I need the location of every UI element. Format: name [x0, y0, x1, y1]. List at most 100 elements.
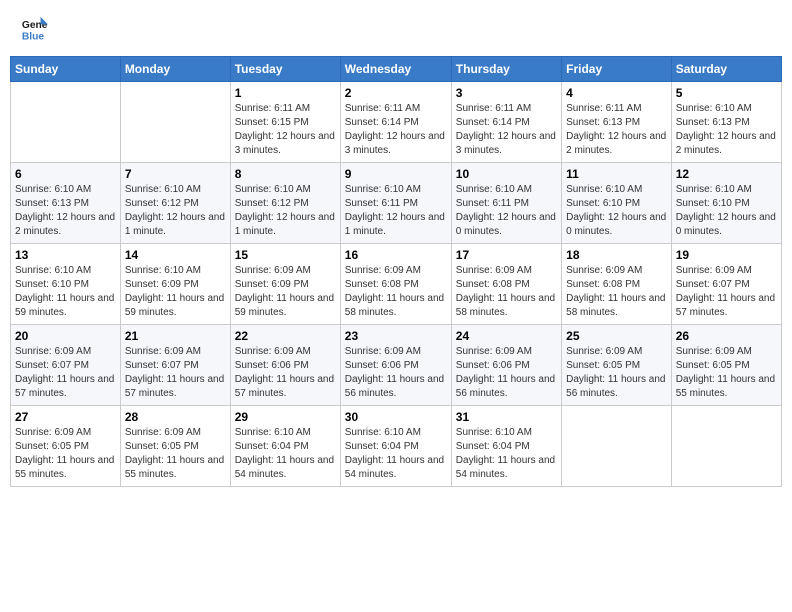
day-header-tuesday: Tuesday [230, 57, 340, 82]
page-header: General Blue [10, 10, 782, 48]
day-number: 30 [345, 410, 447, 424]
day-info: Sunrise: 6:10 AM Sunset: 6:13 PM Dayligh… [15, 183, 116, 239]
day-info: Sunrise: 6:09 AM Sunset: 6:05 PM Dayligh… [125, 426, 226, 482]
calendar-cell: 6Sunrise: 6:10 AM Sunset: 6:13 PM Daylig… [11, 163, 121, 244]
day-info: Sunrise: 6:09 AM Sunset: 6:08 PM Dayligh… [345, 264, 447, 320]
day-info: Sunrise: 6:10 AM Sunset: 6:09 PM Dayligh… [125, 264, 226, 320]
day-info: Sunrise: 6:10 AM Sunset: 6:13 PM Dayligh… [676, 102, 777, 158]
day-number: 13 [15, 248, 116, 262]
calendar-cell: 11 Sunrise: 6:10 AM Sunset: 6:10 PM Dayli… [562, 163, 672, 244]
calendar-cell: 15 Sunrise: 6:09 AM Sunset: 6:09 PM Dayli… [230, 244, 340, 325]
day-info: Sunrise: 6:10 AM Sunset: 6:10 PM Dayligh… [15, 264, 116, 320]
calendar-cell: 19 Sunrise: 6:09 AM Sunset: 6:07 PM Dayli… [671, 244, 781, 325]
day-info: Sunrise: 6:11 AM Sunset: 6:14 PM Dayligh… [456, 102, 557, 158]
calendar-week-row: 13 Sunrise: 6:10 AM Sunset: 6:10 PM Dayli… [11, 244, 782, 325]
day-info: Sunrise: 6:09 AM Sunset: 6:09 PM Dayligh… [235, 264, 336, 320]
day-info: Sunrise: 6:09 AM Sunset: 6:07 PM Dayligh… [676, 264, 777, 320]
day-info: Sunrise: 6:11 AM Sunset: 6:13 PM Dayligh… [566, 102, 667, 158]
calendar-cell: 26Sunrise: 6:09 AM Sunset: 6:05 PM Dayli… [671, 325, 781, 406]
day-number: 25 [566, 329, 667, 343]
day-number: 8 [235, 167, 336, 181]
day-info: Sunrise: 6:09 AM Sunset: 6:06 PM Dayligh… [456, 345, 557, 401]
day-number: 29 [235, 410, 336, 424]
calendar-week-row: 6Sunrise: 6:10 AM Sunset: 6:13 PM Daylig… [11, 163, 782, 244]
day-number: 5 [676, 86, 777, 100]
calendar-cell: 8 Sunrise: 6:10 AM Sunset: 6:12 PM Daylig… [230, 163, 340, 244]
calendar-cell: 3 Sunrise: 6:11 AM Sunset: 6:14 PM Daylig… [451, 82, 561, 163]
day-header-saturday: Saturday [671, 57, 781, 82]
day-number: 7 [125, 167, 226, 181]
calendar-cell [120, 82, 230, 163]
calendar-table: SundayMondayTuesdayWednesdayThursdayFrid… [10, 56, 782, 487]
calendar-cell: 31 Sunrise: 6:10 AM Sunset: 6:04 PM Dayli… [451, 406, 561, 487]
calendar-week-row: 1Sunrise: 6:11 AM Sunset: 6:15 PM Daylig… [11, 82, 782, 163]
calendar-cell: 2Sunrise: 6:11 AM Sunset: 6:14 PM Daylig… [340, 82, 451, 163]
day-number: 16 [345, 248, 447, 262]
calendar-cell: 5 Sunrise: 6:10 AM Sunset: 6:13 PM Daylig… [671, 82, 781, 163]
calendar-header-row: SundayMondayTuesdayWednesdayThursdayFrid… [11, 57, 782, 82]
day-header-wednesday: Wednesday [340, 57, 451, 82]
day-number: 27 [15, 410, 116, 424]
day-number: 20 [15, 329, 116, 343]
day-number: 31 [456, 410, 557, 424]
day-info: Sunrise: 6:10 AM Sunset: 6:10 PM Dayligh… [566, 183, 667, 239]
day-info: Sunrise: 6:09 AM Sunset: 6:07 PM Dayligh… [125, 345, 226, 401]
day-info: Sunrise: 6:09 AM Sunset: 6:05 PM Dayligh… [566, 345, 667, 401]
day-number: 21 [125, 329, 226, 343]
day-info: Sunrise: 6:09 AM Sunset: 6:08 PM Dayligh… [456, 264, 557, 320]
logo: General Blue [20, 15, 52, 43]
calendar-cell: 28 Sunrise: 6:09 AM Sunset: 6:05 PM Dayli… [120, 406, 230, 487]
day-number: 19 [676, 248, 777, 262]
calendar-cell: 21 Sunrise: 6:09 AM Sunset: 6:07 PM Dayli… [120, 325, 230, 406]
calendar-cell: 27 Sunrise: 6:09 AM Sunset: 6:05 PM Dayli… [11, 406, 121, 487]
day-number: 28 [125, 410, 226, 424]
calendar-cell: 23 Sunrise: 6:09 AM Sunset: 6:06 PM Dayli… [340, 325, 451, 406]
calendar-cell: 13 Sunrise: 6:10 AM Sunset: 6:10 PM Dayli… [11, 244, 121, 325]
calendar-cell: 7Sunrise: 6:10 AM Sunset: 6:12 PM Daylig… [120, 163, 230, 244]
day-info: Sunrise: 6:10 AM Sunset: 6:10 PM Dayligh… [676, 183, 777, 239]
day-info: Sunrise: 6:09 AM Sunset: 6:06 PM Dayligh… [345, 345, 447, 401]
day-number: 24 [456, 329, 557, 343]
calendar-cell: 18 Sunrise: 6:09 AM Sunset: 6:08 PM Dayli… [562, 244, 672, 325]
day-number: 12 [676, 167, 777, 181]
day-number: 1 [235, 86, 336, 100]
calendar-cell: 30 Sunrise: 6:10 AM Sunset: 6:04 PM Dayli… [340, 406, 451, 487]
day-info: Sunrise: 6:09 AM Sunset: 6:07 PM Dayligh… [15, 345, 116, 401]
day-header-friday: Friday [562, 57, 672, 82]
day-number: 10 [456, 167, 557, 181]
day-info: Sunrise: 6:10 AM Sunset: 6:11 PM Dayligh… [345, 183, 447, 239]
day-number: 22 [235, 329, 336, 343]
calendar-cell [562, 406, 672, 487]
day-number: 3 [456, 86, 557, 100]
calendar-cell: 4Sunrise: 6:11 AM Sunset: 6:13 PM Daylig… [562, 82, 672, 163]
calendar-cell: 1Sunrise: 6:11 AM Sunset: 6:15 PM Daylig… [230, 82, 340, 163]
logo-icon: General Blue [20, 15, 48, 43]
calendar-cell: 20 Sunrise: 6:09 AM Sunset: 6:07 PM Dayli… [11, 325, 121, 406]
calendar-cell: 14 Sunrise: 6:10 AM Sunset: 6:09 PM Dayli… [120, 244, 230, 325]
day-info: Sunrise: 6:10 AM Sunset: 6:12 PM Dayligh… [235, 183, 336, 239]
day-header-monday: Monday [120, 57, 230, 82]
day-number: 18 [566, 248, 667, 262]
day-info: Sunrise: 6:10 AM Sunset: 6:04 PM Dayligh… [345, 426, 447, 482]
day-number: 11 [566, 167, 667, 181]
day-number: 23 [345, 329, 447, 343]
calendar-week-row: 27 Sunrise: 6:09 AM Sunset: 6:05 PM Dayli… [11, 406, 782, 487]
calendar-cell: 17Sunrise: 6:09 AM Sunset: 6:08 PM Dayli… [451, 244, 561, 325]
day-header-sunday: Sunday [11, 57, 121, 82]
day-info: Sunrise: 6:11 AM Sunset: 6:14 PM Dayligh… [345, 102, 447, 158]
calendar-cell [11, 82, 121, 163]
calendar-cell: 12 Sunrise: 6:10 AM Sunset: 6:10 PM Dayli… [671, 163, 781, 244]
calendar-cell: 24 Sunrise: 6:09 AM Sunset: 6:06 PM Dayli… [451, 325, 561, 406]
calendar-cell: 25 Sunrise: 6:09 AM Sunset: 6:05 PM Dayli… [562, 325, 672, 406]
day-info: Sunrise: 6:10 AM Sunset: 6:04 PM Dayligh… [456, 426, 557, 482]
day-info: Sunrise: 6:09 AM Sunset: 6:06 PM Dayligh… [235, 345, 336, 401]
day-info: Sunrise: 6:09 AM Sunset: 6:05 PM Dayligh… [15, 426, 116, 482]
svg-text:Blue: Blue [22, 31, 45, 42]
day-number: 15 [235, 248, 336, 262]
day-info: Sunrise: 6:09 AM Sunset: 6:08 PM Dayligh… [566, 264, 667, 320]
calendar-cell: 9Sunrise: 6:10 AM Sunset: 6:11 PM Daylig… [340, 163, 451, 244]
day-info: Sunrise: 6:09 AM Sunset: 6:05 PM Dayligh… [676, 345, 777, 401]
day-number: 14 [125, 248, 226, 262]
day-info: Sunrise: 6:10 AM Sunset: 6:11 PM Dayligh… [456, 183, 557, 239]
calendar-week-row: 20 Sunrise: 6:09 AM Sunset: 6:07 PM Dayli… [11, 325, 782, 406]
